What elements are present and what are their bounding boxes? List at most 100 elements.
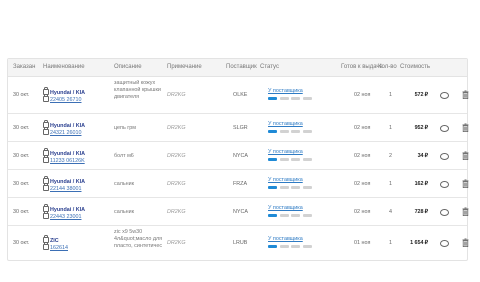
progress-step bbox=[279, 214, 289, 217]
price: 34₽ bbox=[403, 153, 428, 159]
col-desc[interactable]: Описание bbox=[114, 64, 142, 70]
progress-step bbox=[279, 130, 289, 133]
currency: ₽ bbox=[424, 125, 428, 131]
col-name[interactable]: Наименование bbox=[43, 64, 85, 70]
trash-icon[interactable] bbox=[462, 123, 469, 134]
status-progress bbox=[268, 213, 314, 219]
status-progress bbox=[268, 185, 314, 191]
progress-step bbox=[268, 214, 277, 217]
article-number[interactable]: 24321 26010 bbox=[50, 130, 81, 136]
status-link[interactable]: У поставщика bbox=[268, 177, 303, 183]
progress-step bbox=[302, 186, 312, 189]
description: цепь грм bbox=[114, 125, 136, 131]
price: 1 654₽ bbox=[403, 240, 428, 246]
status-link[interactable]: У поставщика bbox=[268, 205, 303, 211]
col-qty[interactable]: Кол-во bbox=[378, 64, 397, 70]
chat-bubble-icon[interactable] bbox=[440, 181, 449, 188]
progress-step bbox=[291, 245, 300, 248]
progress-step bbox=[302, 158, 312, 161]
lock-icon bbox=[43, 155, 49, 163]
article-number[interactable]: 22144 38001 bbox=[50, 186, 81, 192]
price: 162₽ bbox=[403, 181, 428, 187]
trash-icon[interactable] bbox=[462, 238, 469, 249]
currency: ₽ bbox=[424, 92, 428, 98]
col-cost[interactable]: Стоимость bbox=[400, 64, 430, 70]
ready-date: 02 ноя bbox=[354, 153, 371, 159]
status-progress bbox=[268, 244, 314, 250]
supplier-code: LRUB bbox=[233, 240, 248, 246]
article-link[interactable]: 162614 bbox=[43, 242, 68, 251]
trash-icon[interactable] bbox=[462, 207, 469, 218]
lock-icon bbox=[43, 211, 49, 219]
quantity: 1 bbox=[389, 240, 392, 246]
table-row: 30 окт. Hyundai / KIA 24321 26010 цепь грм D… bbox=[8, 114, 469, 142]
chat-bubble-icon[interactable] bbox=[440, 92, 449, 99]
quantity: 1 bbox=[389, 125, 392, 131]
price: 572₽ bbox=[403, 92, 428, 98]
col-date[interactable]: Заказан bbox=[13, 64, 35, 70]
trash-icon[interactable] bbox=[462, 90, 469, 101]
article-number[interactable]: 22443 23001 bbox=[50, 214, 81, 220]
col-ready[interactable]: Готов к выдаче bbox=[341, 64, 383, 70]
chat-bubble-icon[interactable] bbox=[440, 240, 449, 247]
chat-bubble-icon[interactable] bbox=[440, 209, 449, 216]
trash-icon[interactable] bbox=[462, 179, 469, 190]
price-value: 728 bbox=[414, 209, 424, 215]
article-link[interactable]: 11233 06126K bbox=[43, 155, 85, 164]
price-value: 952 bbox=[414, 125, 424, 131]
price: 952₽ bbox=[403, 125, 428, 131]
note: DR2KG bbox=[167, 240, 186, 246]
chat-bubble-icon[interactable] bbox=[440, 153, 449, 160]
supplier-code: FRZA bbox=[233, 181, 248, 187]
status-progress bbox=[268, 96, 314, 102]
table-row: 30 окт. Hyundai / KIA 22405 26710 защитный … bbox=[8, 77, 469, 114]
note: DR2KG bbox=[167, 125, 186, 131]
supplier-code: NYCA bbox=[233, 153, 248, 159]
article-link[interactable]: 22144 38001 bbox=[43, 183, 81, 192]
status-link[interactable]: У поставщика bbox=[268, 236, 303, 242]
table-header: Заказан Наименование Описание Примечание… bbox=[8, 59, 467, 77]
progress-step bbox=[291, 97, 300, 100]
article-number[interactable]: 11233 06126K bbox=[50, 158, 85, 164]
article-number[interactable]: 162614 bbox=[50, 245, 68, 251]
currency: ₽ bbox=[424, 181, 428, 187]
quantity: 4 bbox=[389, 209, 392, 215]
lock-icon bbox=[43, 242, 49, 250]
order-date: 30 окт. bbox=[13, 181, 30, 187]
col-status[interactable]: Статус bbox=[260, 64, 279, 70]
progress-step bbox=[279, 158, 289, 161]
description: zic x9 5w30 4л&quot;масло для пласто, си… bbox=[114, 229, 163, 249]
price-value: 572 bbox=[414, 92, 424, 98]
supplier-code: SLGR bbox=[233, 125, 248, 131]
order-date: 30 окт. bbox=[13, 209, 30, 215]
progress-step bbox=[268, 97, 277, 100]
supplier-code: NYCA bbox=[233, 209, 248, 215]
supplier-code: OLKE bbox=[233, 92, 248, 98]
col-supplier[interactable]: Поставщик bbox=[226, 64, 257, 70]
progress-step bbox=[291, 130, 300, 133]
price-value: 162 bbox=[414, 181, 424, 187]
article-link[interactable]: 22405 26710 bbox=[43, 94, 81, 103]
table-row: 30 окт. Hyundai / KIA 22144 38001 сальник DR… bbox=[8, 170, 469, 198]
price: 728₽ bbox=[403, 209, 428, 215]
article-link[interactable]: 22443 23001 bbox=[43, 211, 81, 220]
status-link[interactable]: У поставщика bbox=[268, 149, 303, 155]
article-link[interactable]: 24321 26010 bbox=[43, 127, 81, 136]
progress-step bbox=[268, 158, 277, 161]
description: сальник bbox=[114, 181, 134, 187]
status-progress bbox=[268, 157, 314, 163]
article-number[interactable]: 22405 26710 bbox=[50, 97, 81, 103]
progress-step bbox=[268, 245, 277, 248]
status-link[interactable]: У поставщика bbox=[268, 121, 303, 127]
table-row: 30 окт. Hyundai / KIA 22443 23001 сальник DR… bbox=[8, 198, 469, 226]
description: сальник bbox=[114, 209, 134, 215]
status-link[interactable]: У поставщика bbox=[268, 88, 303, 94]
ready-date: 02 ноя bbox=[354, 92, 371, 98]
lock-icon bbox=[43, 183, 49, 191]
chat-bubble-icon[interactable] bbox=[440, 125, 449, 132]
col-note[interactable]: Примечание bbox=[167, 64, 202, 70]
quantity: 1 bbox=[389, 181, 392, 187]
trash-icon[interactable] bbox=[462, 151, 469, 162]
progress-step bbox=[302, 130, 312, 133]
progress-step bbox=[302, 245, 312, 248]
